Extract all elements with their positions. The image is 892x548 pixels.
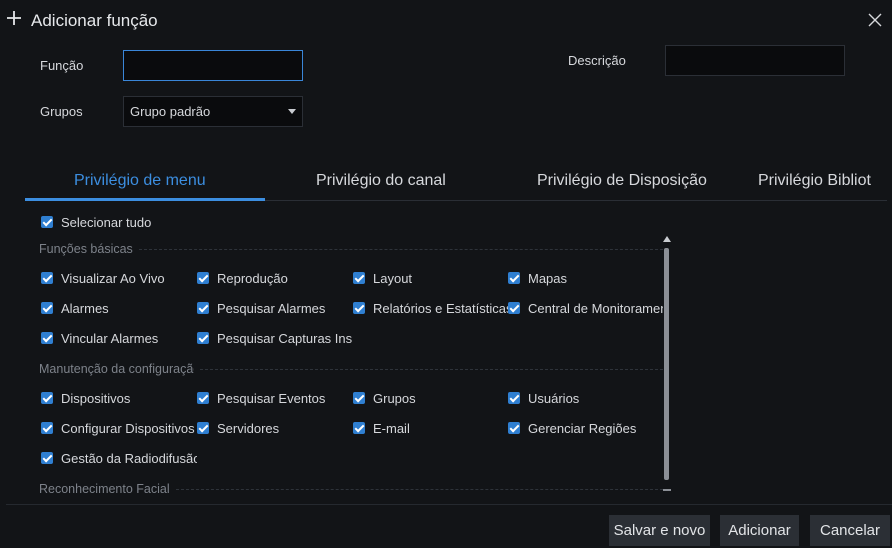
active-tab-indicator — [25, 198, 265, 201]
close-icon[interactable] — [867, 12, 883, 28]
grupos-select-value: Grupo padrão — [130, 104, 211, 119]
add-button[interactable]: Adicionar — [720, 515, 799, 546]
checkbox-item[interactable]: Configurar Dispositivos — [41, 418, 197, 438]
save-and-new-button[interactable]: Salvar e novo — [609, 515, 710, 546]
checkbox-item[interactable]: Servidores — [197, 418, 279, 438]
checkbox-item[interactable]: Reprodução — [197, 268, 288, 288]
tab-privilegio-biblioteca[interactable]: Privilégio Bibliot — [758, 172, 871, 190]
scrollbar[interactable] — [662, 236, 672, 494]
checkbox-item[interactable]: Gestão da Radiodifusão — [41, 448, 197, 468]
section-divider — [200, 368, 663, 370]
checkbox-checked-icon — [41, 302, 53, 314]
funcao-input[interactable] — [123, 50, 303, 81]
checkbox-checked-icon — [508, 302, 520, 314]
select-all-label: Selecionar tudo — [61, 214, 152, 230]
checkbox-checked-icon — [353, 392, 365, 404]
checkbox-item[interactable]: Visualizar Ao Vivo — [41, 268, 165, 288]
checkbox-item[interactable]: Pesquisar Alarmes — [197, 298, 325, 318]
checkbox-item[interactable]: E-mail — [353, 418, 410, 438]
permissions-list: Selecionar tudo Funções básicas Visualiz… — [39, 212, 663, 496]
checkbox-checked-icon — [197, 332, 209, 344]
checkbox-checked-icon — [353, 422, 365, 434]
checkbox-checked-icon — [508, 422, 520, 434]
checkbox-item[interactable]: Gerenciar Regiões — [508, 418, 636, 438]
scrollbar-thumb[interactable] — [664, 248, 669, 480]
tab-privilegio-disposicao[interactable]: Privilégio de Disposição — [537, 172, 707, 190]
checkbox-checked-icon — [508, 392, 520, 404]
checkbox-checked-icon — [41, 422, 53, 434]
checkbox-checked-icon — [197, 272, 209, 284]
section-header: Manutenção da configuração — [39, 360, 663, 378]
section-divider — [138, 248, 663, 250]
tab-privilegio-menu[interactable]: Privilégio de menu — [74, 172, 206, 190]
scroll-up-arrow-icon[interactable] — [663, 236, 671, 242]
grupos-select[interactable]: Grupo padrão — [123, 96, 303, 127]
cancel-button[interactable]: Cancelar — [810, 515, 890, 546]
checkbox-item[interactable]: Relatórios e Estatísticas — [353, 298, 508, 318]
checkbox-checked-icon — [353, 302, 365, 314]
checkbox-checked-icon — [41, 272, 53, 284]
checkbox-item[interactable]: Dispositivos — [41, 388, 130, 408]
checkbox-checked-icon — [41, 452, 53, 464]
section-header: Funções básicas — [39, 240, 663, 258]
dialog-title: Adicionar função — [31, 11, 158, 30]
section-divider — [175, 488, 663, 490]
checkbox-item[interactable]: Alarmes — [41, 298, 109, 318]
select-all-checkbox[interactable]: Selecionar tudo — [41, 212, 151, 232]
section-header: Reconhecimento Facial — [39, 480, 663, 496]
checkbox-checked-icon — [197, 302, 209, 314]
chevron-down-icon — [288, 109, 296, 114]
checkbox-checked-icon — [508, 272, 520, 284]
checkbox-item[interactable]: Vincular Alarmes — [41, 328, 158, 348]
grupos-label: Grupos — [40, 104, 83, 119]
checkbox-item[interactable]: Central de Monitoramento — [508, 298, 663, 318]
checkbox-checked-icon — [41, 392, 53, 404]
plus-icon — [6, 10, 22, 30]
checkbox-checked-icon — [197, 392, 209, 404]
checkbox-item[interactable]: Usuários — [508, 388, 579, 408]
checkbox-item[interactable]: Mapas — [508, 268, 567, 288]
checkbox-item[interactable]: Layout — [353, 268, 412, 288]
tab-privilegio-canal[interactable]: Privilégio do canal — [316, 172, 446, 190]
checkbox-checked-icon — [197, 422, 209, 434]
scroll-down-indicator[interactable] — [663, 489, 671, 491]
checkbox-item[interactable]: Pesquisar Eventos — [197, 388, 325, 408]
descricao-label: Descrição — [568, 53, 626, 68]
checkbox-item[interactable]: Grupos — [353, 388, 416, 408]
checkbox-item[interactable]: Pesquisar Capturas Instantâneas — [197, 328, 352, 348]
funcao-label: Função — [40, 58, 84, 73]
descricao-input[interactable] — [665, 45, 845, 76]
footer-divider — [6, 504, 892, 505]
checkbox-checked-icon — [41, 332, 53, 344]
checkbox-checked-icon — [41, 216, 53, 228]
checkbox-checked-icon — [353, 272, 365, 284]
